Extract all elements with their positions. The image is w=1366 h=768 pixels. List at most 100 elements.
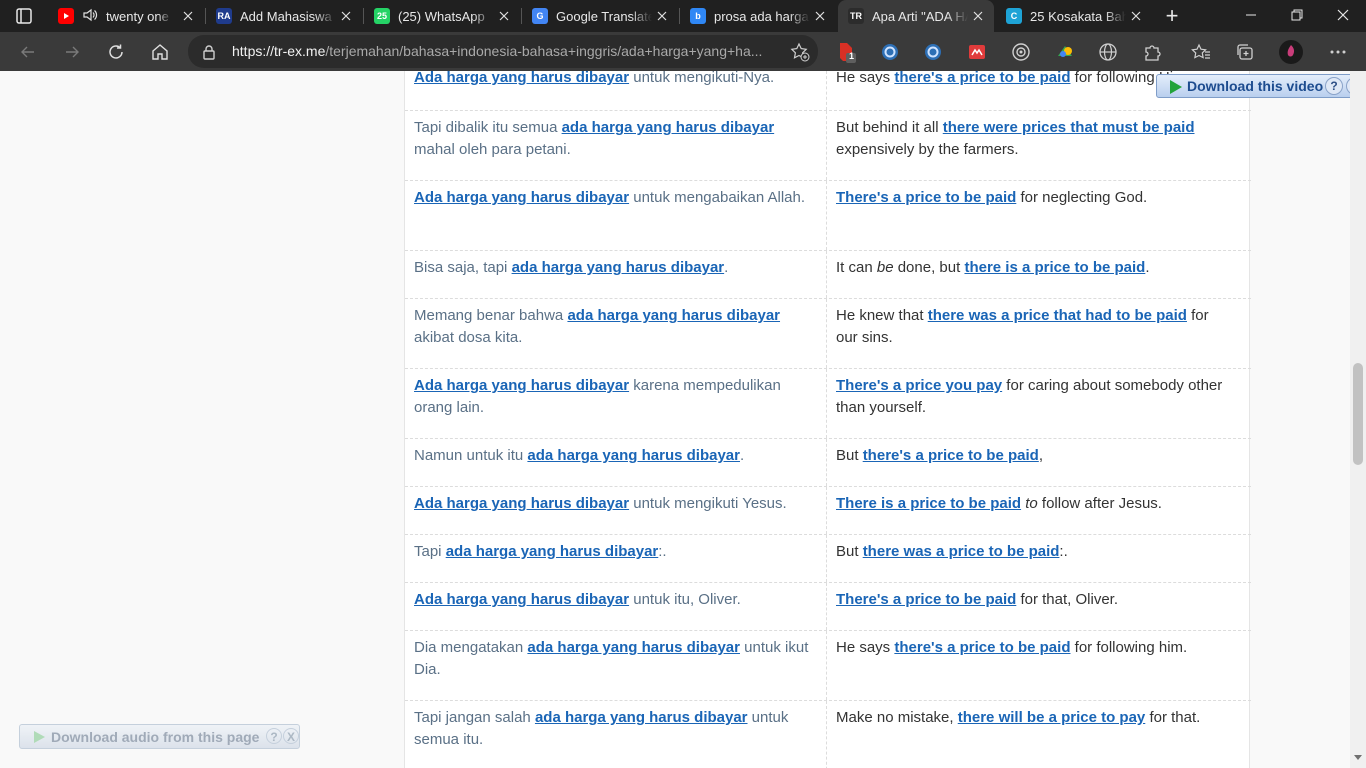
minimize-button[interactable] bbox=[1228, 0, 1274, 32]
scroll-down-arrow-icon[interactable] bbox=[1354, 755, 1362, 760]
source-phrase-link[interactable]: ada harga yang harus dibayar bbox=[567, 307, 780, 324]
source-phrase-link[interactable]: ada harga yang harus dibayar bbox=[512, 259, 725, 276]
globe-icon[interactable] bbox=[1096, 40, 1120, 64]
extension-red-icon[interactable] bbox=[965, 40, 989, 64]
extensions-puzzle-icon[interactable] bbox=[1140, 40, 1164, 64]
translation-row: Ada harga yang harus dibayar untuk itu, … bbox=[405, 583, 1251, 631]
sentence-text: . bbox=[739, 447, 745, 464]
home-icon bbox=[152, 44, 168, 60]
new-tab-button[interactable]: + bbox=[1160, 4, 1184, 28]
browser-toolbar: https://tr-ex.me/terjemahan/bahasa+indon… bbox=[0, 32, 1366, 71]
extension-target-icon[interactable] bbox=[1009, 40, 1033, 64]
translation-row: Ada harga yang harus dibayar karena memp… bbox=[405, 369, 1251, 439]
browser-tab[interactable]: RA Add Mahasiswa bbox=[206, 0, 362, 32]
sentence-text: akibat dosa kita. bbox=[414, 328, 523, 346]
download-audio-widget[interactable]: Download audio from this page ? X bbox=[19, 724, 300, 749]
home-button[interactable] bbox=[146, 38, 174, 66]
close-tab-button[interactable] bbox=[654, 8, 670, 24]
favorites-icon[interactable] bbox=[1189, 40, 1213, 64]
tab-title: Google Translate bbox=[556, 8, 652, 24]
close-tab-button[interactable] bbox=[496, 8, 512, 24]
browser-tab[interactable]: b prosa ada harga yang bbox=[680, 0, 836, 32]
sentence-text: But behind it all bbox=[836, 119, 943, 136]
scrollbar-thumb[interactable] bbox=[1353, 363, 1363, 465]
close-window-button[interactable] bbox=[1320, 0, 1366, 32]
download-video-label[interactable]: Download this video bbox=[1187, 78, 1323, 94]
target-phrase-link[interactable]: there's a price to be paid bbox=[894, 71, 1070, 86]
source-phrase-link[interactable]: ada harga yang harus dibayar bbox=[535, 709, 748, 726]
source-phrase-link[interactable]: Ada harga yang harus dibayar bbox=[414, 591, 629, 608]
arrow-left-icon bbox=[21, 46, 34, 58]
tab-actions-button[interactable] bbox=[10, 6, 38, 26]
browser-tab[interactable]: twenty one pilots bbox=[48, 0, 204, 32]
forward-button[interactable] bbox=[58, 38, 86, 66]
browser-tab[interactable]: C 25 Kosakata Bahasa bbox=[996, 0, 1152, 32]
download-video-help-button[interactable]: ? bbox=[1325, 77, 1343, 95]
target-phrase-link[interactable]: there were prices that must be paid bbox=[943, 119, 1195, 136]
target-phrase-link[interactable]: There's a price you pay bbox=[836, 377, 1002, 394]
target-sentence: There is a price to be paid to follow af… bbox=[836, 493, 1231, 515]
target-sentence: But there's a price to be paid, bbox=[836, 445, 1231, 467]
download-audio-label[interactable]: Download audio from this page bbox=[51, 729, 259, 745]
restore-button[interactable] bbox=[1274, 0, 1320, 32]
page-scrollbar[interactable] bbox=[1350, 71, 1366, 768]
browser-tab[interactable]: G Google Translate bbox=[522, 0, 678, 32]
settings-more-icon[interactable] bbox=[1326, 40, 1350, 64]
target-sentence: There's a price to be paid for that, Oli… bbox=[836, 589, 1231, 611]
extension-color-icon[interactable] bbox=[1053, 40, 1077, 64]
source-phrase-link[interactable]: ada harga yang harus dibayar bbox=[562, 119, 775, 136]
download-audio-close-button[interactable]: X bbox=[283, 728, 299, 744]
address-url[interactable]: https://tr-ex.me/terjemahan/bahasa+indon… bbox=[232, 43, 772, 59]
close-icon bbox=[815, 11, 825, 21]
back-button[interactable] bbox=[14, 38, 42, 66]
download-video-widget[interactable]: Download this video ? X bbox=[1156, 74, 1366, 98]
target-phrase-link[interactable]: there will be a price to pay bbox=[958, 709, 1146, 726]
download-audio-help-button[interactable]: ? bbox=[266, 728, 282, 744]
source-phrase-link[interactable]: Ada harga yang harus dibayar bbox=[414, 71, 629, 86]
source-phrase-link[interactable]: ada harga yang harus dibayar bbox=[527, 639, 740, 656]
lock-icon[interactable] bbox=[202, 44, 216, 60]
address-bar[interactable]: https://tr-ex.me/terjemahan/bahasa+indon… bbox=[188, 35, 818, 68]
close-tab-button[interactable] bbox=[1128, 8, 1144, 24]
column-divider bbox=[826, 181, 827, 250]
target-phrase-link[interactable]: there's a price to be paid bbox=[894, 639, 1070, 656]
source-phrase-link[interactable]: ada harga yang harus dibayar bbox=[446, 543, 659, 560]
sentence-text: untuk mengikuti Yesus. bbox=[629, 495, 787, 512]
collections-icon[interactable] bbox=[1233, 40, 1257, 64]
target-phrase-link[interactable]: there was a price to be paid bbox=[863, 543, 1060, 560]
profile-avatar[interactable] bbox=[1279, 40, 1303, 64]
target-sentence: There's a price to be paid for neglectin… bbox=[836, 187, 1231, 209]
refresh-button[interactable] bbox=[102, 38, 130, 66]
close-tab-button[interactable] bbox=[338, 8, 354, 24]
close-tab-button[interactable] bbox=[180, 8, 196, 24]
extension-ring-icon[interactable] bbox=[878, 40, 902, 64]
minimize-icon bbox=[1246, 14, 1256, 16]
extension-adblock-icon[interactable]: 1 bbox=[834, 40, 858, 64]
speaker-icon[interactable] bbox=[82, 7, 98, 26]
translation-row: Ada harga yang harus dibayar untuk mengi… bbox=[405, 487, 1251, 535]
source-phrase-link[interactable]: Ada harga yang harus dibayar bbox=[414, 377, 629, 394]
target-phrase-link[interactable]: there is a price to be paid bbox=[964, 259, 1145, 276]
add-favorite-icon[interactable] bbox=[790, 42, 810, 62]
source-phrase-link[interactable]: Ada harga yang harus dibayar bbox=[414, 495, 629, 512]
sentence-text: Namun untuk itu bbox=[414, 447, 528, 464]
target-phrase-link[interactable]: There's a price to be paid bbox=[836, 189, 1016, 206]
target-phrase-link[interactable]: There is a price to be paid bbox=[836, 495, 1021, 512]
close-icon bbox=[657, 11, 667, 21]
target-phrase-link[interactable]: there was a price that had to be paid bbox=[928, 307, 1187, 324]
close-tab-button[interactable] bbox=[812, 8, 828, 24]
italic-text: to bbox=[1025, 495, 1038, 512]
target-phrase-link[interactable]: there's a price to be paid bbox=[863, 447, 1039, 464]
close-tab-button[interactable] bbox=[970, 8, 986, 24]
sentence-text: He says bbox=[836, 71, 895, 86]
column-divider bbox=[826, 583, 827, 630]
browser-tab[interactable]: TR Apa Arti "ADA HARGA bbox=[838, 0, 994, 32]
column-divider bbox=[826, 71, 827, 110]
extension-ring2-icon[interactable] bbox=[921, 40, 945, 64]
target-phrase-link[interactable]: There's a price to be paid bbox=[836, 591, 1016, 608]
source-phrase-link[interactable]: ada harga yang harus dibayar bbox=[527, 447, 740, 464]
browser-tab[interactable]: 25 (25) WhatsApp bbox=[364, 0, 520, 32]
target-sentence: There's a price you pay for caring about… bbox=[836, 375, 1231, 418]
column-divider bbox=[826, 535, 827, 582]
source-phrase-link[interactable]: Ada harga yang harus dibayar bbox=[414, 189, 629, 206]
